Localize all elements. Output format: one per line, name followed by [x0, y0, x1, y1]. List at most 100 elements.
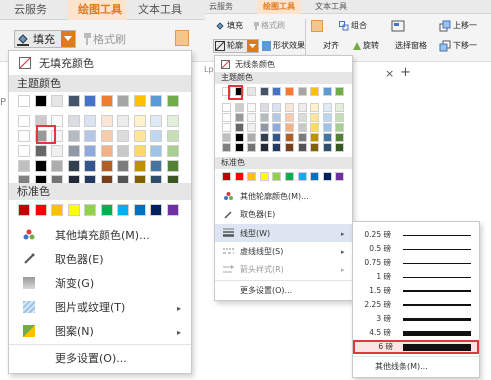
theme-color-shade-swatch[interactable] [67, 115, 80, 127]
theme-color-shade-swatch[interactable] [285, 133, 294, 142]
theme-color-shade-swatch[interactable] [322, 123, 332, 132]
theme-color-shade-swatch[interactable] [18, 130, 30, 142]
theme-color-swatch[interactable] [166, 95, 179, 107]
theme-color-swatch[interactable] [322, 87, 332, 96]
standard-color-swatch[interactable] [335, 172, 345, 181]
theme-color-shade-swatch[interactable] [133, 145, 146, 157]
theme-color-shade-swatch[interactable] [335, 103, 345, 112]
theme-color-shade-swatch[interactable] [100, 145, 113, 157]
right-format-painter[interactable]: 格式刷 [261, 22, 285, 30]
close-tab-button[interactable]: × [385, 68, 394, 79]
theme-color-shade-swatch[interactable] [285, 113, 294, 122]
theme-color-shade-swatch[interactable] [322, 113, 332, 122]
theme-color-shade-swatch[interactable] [67, 130, 80, 142]
theme-color-shade-swatch[interactable] [166, 145, 179, 157]
theme-color-shade-swatch[interactable] [117, 160, 129, 172]
theme-color-swatch[interactable] [34, 95, 47, 107]
theme-color-shade-swatch[interactable] [322, 103, 332, 112]
standard-color-swatch[interactable] [34, 204, 47, 216]
theme-color-swatch[interactable] [84, 95, 96, 107]
theme-color-shade-swatch[interactable] [247, 103, 257, 112]
more-settings-item[interactable]: 更多设置(O)... [55, 353, 127, 364]
theme-color-shade-swatch[interactable] [234, 133, 244, 142]
theme-color-shade-swatch[interactable] [259, 143, 269, 152]
standard-color-swatch[interactable] [272, 172, 282, 181]
gradient-item[interactable] [9, 271, 191, 295]
standard-color-swatch[interactable] [222, 172, 231, 181]
no-fill-option[interactable]: 无填充颜色 [39, 58, 94, 69]
theme-color-shade-swatch[interactable] [310, 103, 320, 112]
line-weight-option[interactable]: 1.5 磅 [353, 284, 479, 298]
theme-color-shade-swatch[interactable] [150, 115, 162, 127]
theme-color-shade-swatch[interactable] [259, 113, 269, 122]
theme-color-shade-swatch[interactable] [18, 115, 30, 127]
theme-color-shade-swatch[interactable] [335, 143, 345, 152]
theme-color-shade-swatch[interactable] [222, 123, 231, 132]
theme-color-shade-swatch[interactable] [272, 123, 282, 132]
theme-color-swatch[interactable] [51, 95, 63, 107]
theme-color-shade-swatch[interactable] [234, 103, 244, 112]
theme-color-shade-swatch[interactable] [297, 113, 307, 122]
theme-color-shade-swatch[interactable] [297, 133, 307, 142]
theme-color-shade-swatch[interactable] [247, 113, 257, 122]
standard-color-swatch[interactable] [322, 172, 332, 181]
theme-color-shade-swatch[interactable] [322, 143, 332, 152]
theme-color-swatch[interactable] [272, 87, 282, 96]
theme-color-shade-swatch[interactable] [272, 133, 282, 142]
new-tab-button[interactable]: + [400, 66, 411, 79]
dash-type-item[interactable] [215, 243, 352, 260]
theme-color-shade-swatch[interactable] [222, 113, 231, 122]
left-tab-cloud[interactable]: 云服务 [14, 4, 47, 15]
theme-color-shade-swatch[interactable] [297, 123, 307, 132]
theme-color-shade-swatch[interactable] [272, 113, 282, 122]
theme-color-shade-swatch[interactable] [133, 115, 146, 127]
left-tab-text-tools[interactable]: 文本工具 [138, 4, 182, 15]
selection-pane-button[interactable]: 选择窗格 [395, 42, 427, 50]
theme-color-shade-swatch[interactable] [222, 133, 231, 142]
theme-color-shade-swatch[interactable] [222, 143, 231, 152]
line-weight-option[interactable]: 0.75 磅 [353, 256, 479, 270]
theme-color-swatch[interactable] [247, 87, 257, 96]
align-button[interactable]: 对齐 [323, 42, 339, 50]
right-tab-cloud[interactable]: 云服务 [209, 3, 233, 11]
theme-color-shade-swatch[interactable] [34, 160, 47, 172]
theme-color-shade-swatch[interactable] [133, 130, 146, 142]
group-button[interactable]: 组合 [351, 22, 367, 30]
theme-color-shade-swatch[interactable] [150, 130, 162, 142]
bring-forward-button[interactable]: 上移一 [453, 22, 477, 30]
theme-color-shade-swatch[interactable] [310, 113, 320, 122]
format-painter-label[interactable]: 格式刷 [93, 34, 126, 45]
theme-color-swatch[interactable] [150, 95, 162, 107]
standard-color-swatch[interactable] [18, 204, 30, 216]
standard-color-swatch[interactable] [117, 204, 129, 216]
theme-color-shade-swatch[interactable] [247, 123, 257, 132]
theme-color-shade-swatch[interactable] [100, 130, 113, 142]
left-tab-drawing-tools[interactable]: 绘图工具 [78, 4, 122, 15]
line-weight-option-selected[interactable]: 6 磅 [353, 340, 479, 354]
theme-color-shade-swatch[interactable] [259, 123, 269, 132]
theme-color-swatch[interactable] [67, 95, 80, 107]
standard-color-swatch[interactable] [297, 172, 307, 181]
theme-color-shade-swatch[interactable] [150, 160, 162, 172]
theme-color-shade-swatch[interactable] [51, 160, 63, 172]
theme-color-shade-swatch[interactable] [222, 103, 231, 112]
standard-color-swatch[interactable] [84, 204, 96, 216]
theme-color-shade-swatch[interactable] [310, 133, 320, 142]
rotate-button[interactable]: 旋转 [363, 42, 379, 50]
pattern-item[interactable] [9, 319, 191, 343]
theme-color-shade-swatch[interactable] [234, 113, 244, 122]
line-weight-option[interactable]: 3 磅 [353, 312, 479, 326]
more-settings-item[interactable]: 更多设置(O)... [240, 287, 292, 295]
theme-color-shade-swatch[interactable] [67, 145, 80, 157]
standard-color-swatch[interactable] [100, 204, 113, 216]
theme-color-shade-swatch[interactable] [310, 143, 320, 152]
theme-color-swatch[interactable] [133, 95, 146, 107]
theme-color-shade-swatch[interactable] [51, 145, 63, 157]
send-backward-button[interactable]: 下移一 [453, 42, 477, 50]
theme-color-shade-swatch[interactable] [166, 160, 179, 172]
standard-color-swatch[interactable] [150, 204, 162, 216]
theme-color-shade-swatch[interactable] [247, 133, 257, 142]
theme-color-shade-swatch[interactable] [259, 133, 269, 142]
standard-color-swatch[interactable] [285, 172, 294, 181]
theme-color-shade-swatch[interactable] [234, 143, 244, 152]
